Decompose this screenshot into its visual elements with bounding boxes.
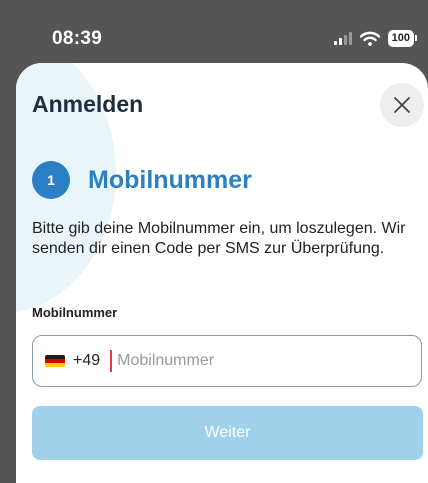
step-header: 1 Mobilnummer — [32, 161, 252, 199]
instruction-text: Bitte gib deine Mobilnummer ein, um losz… — [32, 220, 406, 257]
phone-number-input[interactable] — [115, 351, 350, 371]
login-sheet: Anmelden 1 Mobilnummer Bitte gib deine M… — [16, 63, 428, 483]
step-number-badge: 1 — [32, 161, 70, 199]
germany-flag-icon[interactable] — [45, 355, 65, 367]
battery-icon: 100 — [387, 29, 418, 47]
step-title: Mobilnummer — [88, 165, 252, 194]
close-icon — [394, 97, 410, 113]
weiter-button[interactable]: Weiter — [32, 406, 423, 460]
status-icons: 100 — [333, 26, 418, 50]
status-time: 08:39 — [52, 28, 103, 49]
page-title: Anmelden — [32, 91, 144, 117]
text-cursor — [110, 350, 113, 372]
wifi-icon — [359, 31, 380, 46]
phone-number-field[interactable]: +49 — [32, 335, 422, 387]
status-bar: 08:39 100 — [0, 0, 428, 62]
phone-field-label: Mobilnummer — [32, 305, 118, 320]
country-code[interactable]: +49 — [73, 352, 100, 370]
signal-icon — [333, 31, 352, 45]
close-button[interactable] — [380, 83, 424, 127]
